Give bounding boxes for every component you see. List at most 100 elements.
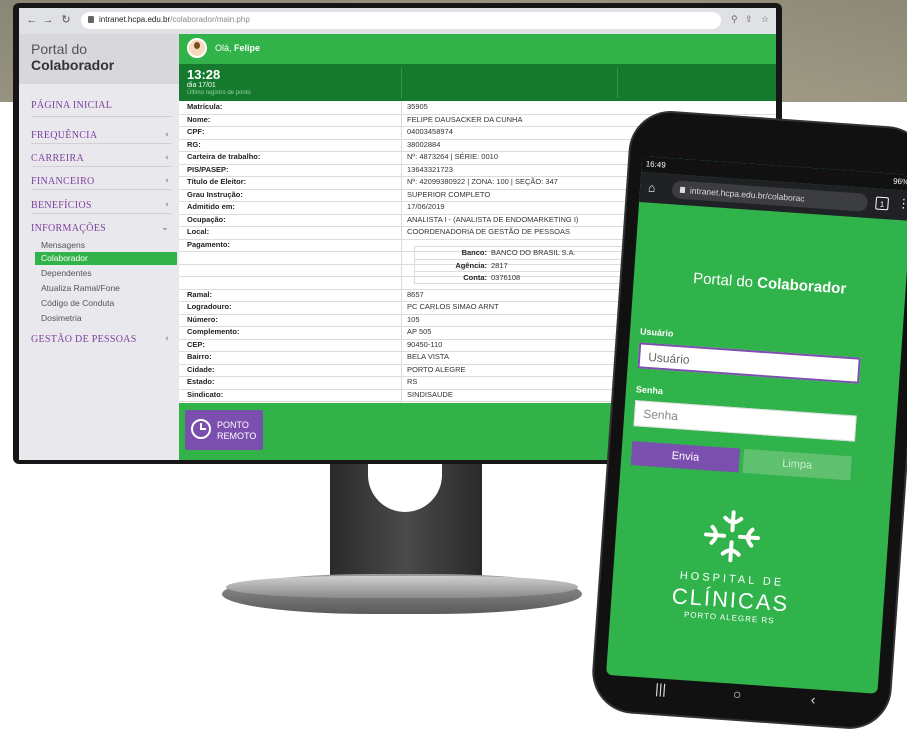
row-value: 38002884 (407, 139, 441, 149)
row-label: RG: (187, 139, 201, 149)
divider (31, 116, 171, 117)
sidebar-item-label: INFORMAÇÕES (31, 223, 106, 234)
bookmark-star-icon[interactable]: ☆ (761, 14, 769, 25)
sidebar: Portal do Colaborador PÁGINA INICIAL FRE… (19, 34, 179, 460)
sidebar-item-informacoes[interactable]: INFORMAÇÕES ⌄ (31, 223, 171, 234)
home-icon[interactable]: ⌂ (648, 181, 656, 195)
submenu-item-dosimetria[interactable]: Dosimetria (41, 312, 171, 325)
clock-day: dia 17/01 (187, 82, 216, 89)
password-field[interactable]: Senha (633, 400, 857, 442)
submenu-item-mensagens[interactable]: Mensagens (41, 239, 171, 252)
username-label: Usuário (639, 326, 674, 339)
row-label: Complemento: (187, 327, 240, 336)
row-label: Título de Eleitor: (187, 177, 247, 186)
row-label: Matrícula: (187, 102, 223, 111)
row-value: SINDISAUDE (407, 389, 453, 399)
row-label: PIS/PASEP: (187, 164, 229, 174)
divider (617, 68, 618, 98)
clock-note: Último registro de ponto (187, 90, 251, 96)
avatar[interactable] (187, 38, 207, 58)
row-value: 17/06/2019 (407, 202, 445, 211)
password-label: Senha (635, 384, 664, 397)
reload-icon[interactable]: ↻ (59, 13, 73, 27)
row-label: Estado: (187, 377, 215, 386)
recent-apps-icon[interactable]: ||| (655, 680, 667, 697)
back-arrow-icon[interactable]: ← (25, 13, 39, 27)
table-row: Matrícula: 35905 (179, 101, 776, 115)
ponto-label-line1: PONTO (217, 420, 249, 430)
phone-address-text: intranet.hcpa.edu.br/colaborac (689, 185, 805, 204)
submenu-item-atualiza-ramal[interactable]: Atualiza Ramal/Fone (41, 282, 171, 295)
sidebar-item-carreira[interactable]: CARREIRA ‹ (31, 153, 171, 164)
row-value: AP 505 (407, 327, 432, 336)
clock-icon (191, 419, 211, 439)
sidebar-item-label: FREQUÊNCIA (31, 130, 98, 141)
table-divider (401, 101, 402, 403)
row-value: FELIPE DAUSACKER DA CUNHA (407, 114, 523, 124)
sidebar-title-line2: Colaborador (31, 57, 115, 73)
ponto-remoto-button[interactable]: PONTO REMOTO (185, 410, 263, 450)
status-time: 16:49 (645, 159, 667, 170)
row-value: RS (407, 377, 418, 386)
sidebar-title-line1: Portal do (31, 41, 88, 57)
row-value: PORTO ALEGRE (407, 364, 466, 374)
zoom-icon[interactable]: ⚲ (731, 14, 738, 25)
row-value: 35905 (407, 102, 428, 111)
phone-screen: 16:49 96% ⌂ intranet.hcpa.edu.br/colabor… (606, 156, 907, 694)
sidebar-item-financeiro[interactable]: FINANCEIRO ‹ (31, 176, 171, 187)
sidebar-item-label: PÁGINA INICIAL (31, 100, 113, 111)
clear-button[interactable]: Limpa (742, 448, 852, 481)
row-label: Admitido em: (187, 202, 235, 211)
more-menu-icon[interactable]: ⋮ (897, 196, 907, 211)
chevron-left-icon: ‹ (165, 153, 169, 163)
row-label: Número: (187, 314, 218, 324)
divider (401, 68, 402, 98)
sidebar-item-label: FINANCEIRO (31, 176, 95, 187)
row-value: COORDENADORIA DE GESTÃO DE PESSOAS (407, 227, 570, 236)
submenu-item-dependentes[interactable]: Dependentes (41, 267, 171, 280)
chevron-left-icon: ‹ (165, 334, 169, 344)
row-value: SUPERIOR COMPLETO (407, 189, 491, 199)
submenu-item-codigo-conduta[interactable]: Código de Conduta (41, 297, 171, 310)
phone-address-bar[interactable]: intranet.hcpa.edu.br/colaborac (671, 180, 869, 212)
row-value: 105 (407, 314, 420, 324)
sidebar-item-frequencia[interactable]: FREQUÊNCIA ‹ (31, 130, 171, 141)
divider (31, 213, 171, 214)
send-button[interactable]: Envia (630, 441, 741, 473)
row-label: Bairro: (187, 352, 212, 361)
clock-time: 13:28 (187, 67, 221, 82)
username-field[interactable]: Usuário (637, 342, 861, 384)
row-value: 90450-110 (407, 339, 443, 349)
row-label: Sindicato: (187, 389, 224, 399)
back-icon[interactable]: ‹ (810, 691, 816, 707)
home-button-icon[interactable]: ○ (732, 686, 742, 703)
forward-arrow-icon[interactable]: → (41, 13, 55, 27)
sidebar-item-beneficios[interactable]: BENEFÍCIOS ‹ (31, 200, 171, 211)
share-icon[interactable]: ⇪ (745, 14, 753, 25)
row-value: 13643321723 (407, 164, 453, 174)
row-label: Grau Instrução: (187, 189, 243, 199)
sidebar-item-label: CARREIRA (31, 153, 84, 164)
clock-bar: 13:28 dia 17/01 Último registro de ponto (179, 64, 776, 101)
row-label: Logradouro: (187, 302, 232, 311)
login-title: Portal do Colaborador (692, 269, 847, 298)
hospital-logo-icon (704, 510, 760, 563)
lock-icon (88, 16, 94, 23)
divider (31, 166, 171, 167)
tabs-count-button[interactable]: 1 (875, 196, 890, 211)
row-label: Local: (187, 227, 210, 236)
row-label: Ocupação: (187, 214, 226, 224)
monitor-stand-base-top (226, 576, 578, 598)
sidebar-item-gestao-pessoas[interactable]: GESTÃO DE PESSOAS ‹ (31, 334, 171, 345)
row-value: ANALISTA I - (ANALISTA DE ENDOMARKETING … (407, 214, 579, 224)
submenu-item-colaborador[interactable]: Colaborador (35, 252, 177, 265)
sidebar-item-label: BENEFÍCIOS (31, 200, 92, 211)
address-bar[interactable]: intranet.hcpa.edu.br/colaborador/main.ph… (81, 12, 721, 29)
sidebar-item-pagina-inicial[interactable]: PÁGINA INICIAL (31, 100, 171, 111)
ponto-label-line2: REMOTO (217, 431, 257, 441)
phone-body: 16:49 96% ⌂ intranet.hcpa.edu.br/colabor… (591, 110, 907, 730)
address-text: intranet.hcpa.edu.br/colaborador/main.ph… (99, 15, 250, 24)
chevron-down-icon: ⌄ (161, 223, 169, 233)
row-label: Carteira de trabalho: (187, 152, 261, 161)
battery-level: 96% (892, 176, 907, 187)
